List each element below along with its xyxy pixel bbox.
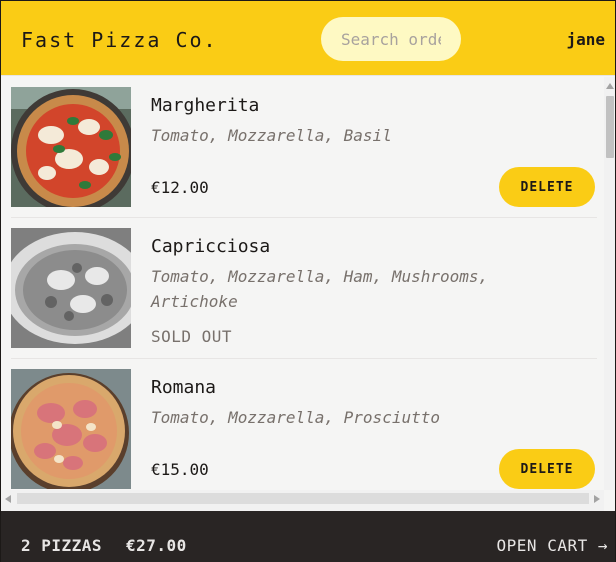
menu-item-romana: Romana Tomato, Mozzarella, Prosciutto €1… xyxy=(11,359,597,490)
menu-item-capricciosa: Capricciosa Tomato, Mozzarella, Ham, Mus… xyxy=(11,218,597,359)
cart-pizza-count: 2 PIZZAS xyxy=(21,536,103,555)
scroll-left-icon[interactable] xyxy=(5,495,11,503)
pizza-ingredients: Tomato, Mozzarella, Ham, Mushrooms, Arti… xyxy=(151,267,489,311)
delete-button[interactable]: DELETE xyxy=(499,167,595,207)
delete-button[interactable]: DELETE xyxy=(499,449,595,489)
header: Fast Pizza Co. jane xyxy=(1,1,615,76)
scrollbar-thumb[interactable] xyxy=(17,493,589,504)
scrollbar-thumb[interactable] xyxy=(606,96,614,158)
pizza-name: Capricciosa xyxy=(151,236,271,257)
pizza-price: €15.00 xyxy=(151,460,209,479)
pizza-image xyxy=(11,369,131,489)
sold-out-label: SOLD OUT xyxy=(151,327,233,346)
username: jane xyxy=(566,30,605,49)
pizza-name: Margherita xyxy=(151,95,260,116)
pizza-image xyxy=(11,228,131,348)
brand-logo[interactable]: Fast Pizza Co. xyxy=(21,28,218,52)
horizontal-scrollbar[interactable] xyxy=(1,490,604,511)
scroll-up-icon[interactable] xyxy=(606,83,614,89)
pizza-price: €12.00 xyxy=(151,178,209,197)
cart-overview: 2 PIZZAS €27.00 OPEN CART → xyxy=(1,511,615,562)
menu-list: Margherita Tomato, Mozzarella, Basil €12… xyxy=(1,77,604,490)
cart-total-price: €27.00 xyxy=(126,536,187,555)
menu-item-margherita: Margherita Tomato, Mozzarella, Basil €12… xyxy=(11,77,597,218)
vertical-scrollbar[interactable] xyxy=(604,77,615,490)
pizza-name: Romana xyxy=(151,377,217,398)
pizza-ingredients: Tomato, Mozzarella, Prosciutto xyxy=(151,408,440,427)
open-cart-link[interactable]: OPEN CART → xyxy=(497,536,608,555)
pizza-image xyxy=(11,87,131,207)
app-window: Fast Pizza Co. jane xyxy=(1,1,615,562)
search-input[interactable] xyxy=(321,17,461,61)
pizza-ingredients: Tomato, Mozzarella, Basil xyxy=(151,126,392,145)
scroll-right-icon[interactable] xyxy=(594,495,600,503)
